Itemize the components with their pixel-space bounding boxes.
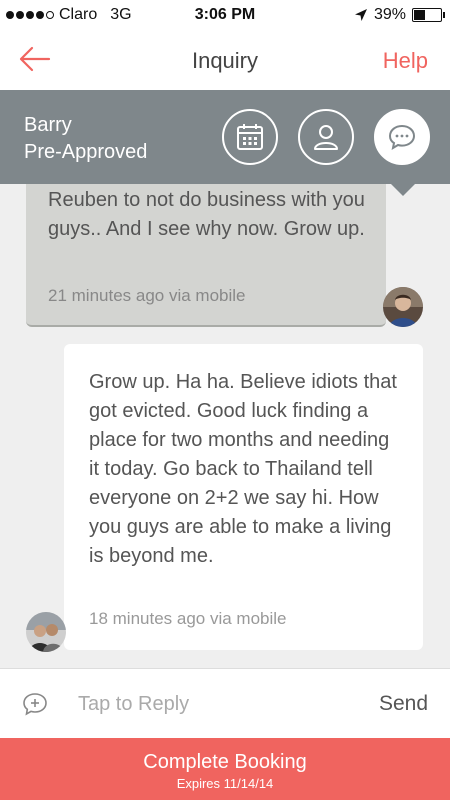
guest-status: Pre-Approved xyxy=(24,141,148,163)
profile-button[interactable] xyxy=(298,109,354,165)
reply-input[interactable]: Tap to Reply xyxy=(78,693,189,716)
send-button[interactable]: Send xyxy=(379,692,428,716)
guest-name: Barry xyxy=(24,114,72,136)
avatar[interactable] xyxy=(383,287,423,327)
battery-icon xyxy=(412,8,445,22)
complete-booking-label: Complete Booking xyxy=(143,751,307,773)
message-timestamp: 18 minutes ago via mobile xyxy=(89,609,287,628)
help-button[interactable]: Help xyxy=(383,48,428,74)
message-text: Grow up. Ha ha. Believe idiots that got … xyxy=(89,371,397,567)
avatar[interactable] xyxy=(26,612,66,652)
status-bar: Claro 3G 3:06 PM 39% xyxy=(0,0,450,30)
add-comment-icon[interactable] xyxy=(22,692,48,716)
messages-button[interactable] xyxy=(374,109,430,165)
nav-bar: Inquiry Help xyxy=(0,30,450,90)
message-text: Reuben to not do business with you guys.… xyxy=(48,189,365,240)
message-icon xyxy=(388,124,416,151)
calendar-icon xyxy=(237,124,263,150)
location-arrow-icon xyxy=(354,9,367,21)
message-bubble-guest: Grow up. Ha ha. Believe idiots that got … xyxy=(64,344,423,650)
battery-percent: 39% xyxy=(373,6,406,23)
guest-header: Barry Pre-Approved xyxy=(0,90,450,184)
calendar-button[interactable] xyxy=(222,109,278,165)
expiry-label: Expires 11/14/14 xyxy=(176,776,274,791)
guest-info: Barry Pre-Approved xyxy=(24,112,147,166)
reply-bar: Tap to Reply Send xyxy=(0,668,450,738)
profile-icon xyxy=(314,125,338,150)
message-bubble-host: Reuben to not do business with you guys.… xyxy=(26,184,386,327)
battery-group: 39% xyxy=(354,6,445,24)
active-tab-pointer xyxy=(391,184,415,196)
message-timestamp: 21 minutes ago via mobile xyxy=(48,286,246,305)
complete-booking-button[interactable]: Complete Booking Expires 11/14/14 xyxy=(0,738,450,800)
